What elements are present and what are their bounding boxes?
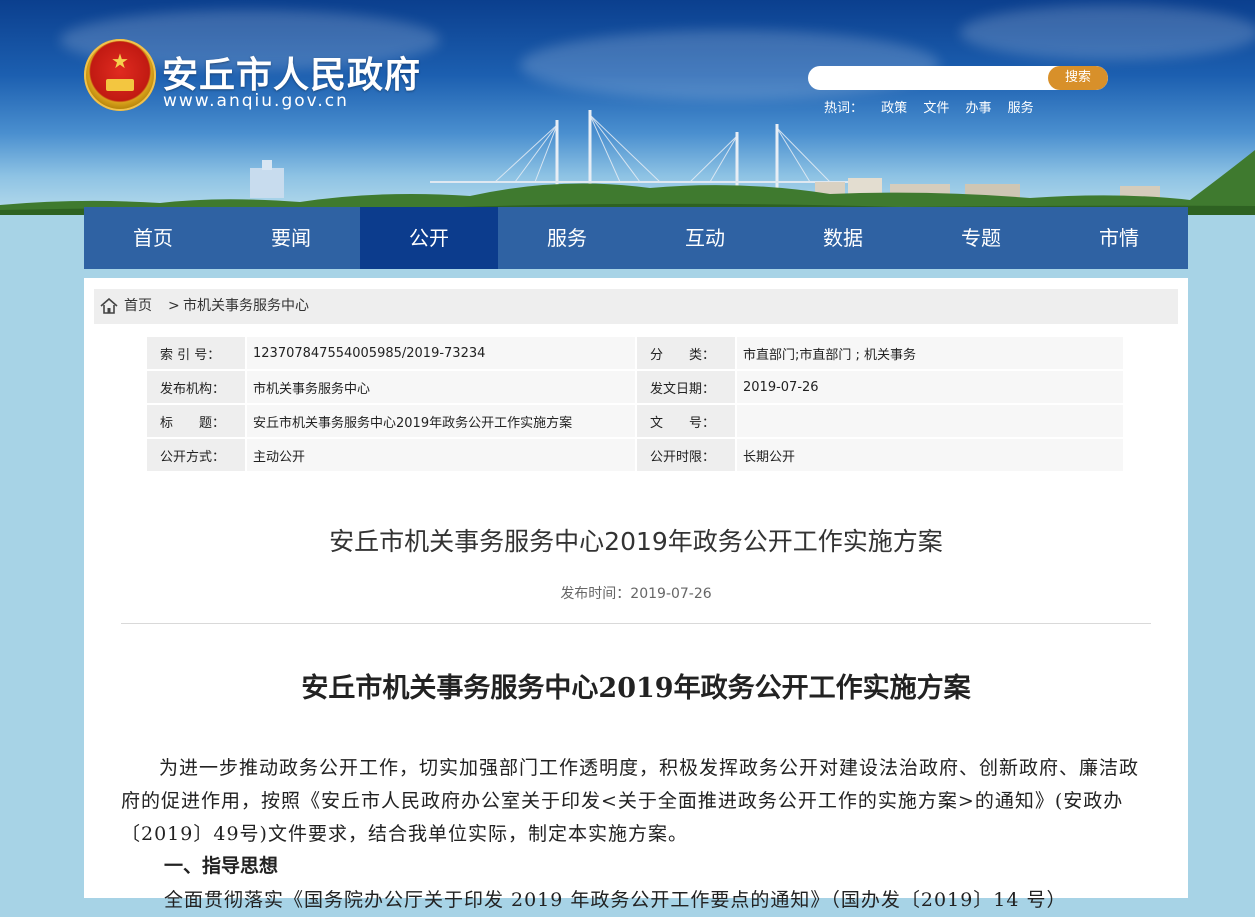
breadcrumb-separator: > xyxy=(168,298,180,314)
search-input[interactable] xyxy=(808,66,1063,90)
meta-date-value: 2019-07-26 xyxy=(735,371,1123,403)
meta-category-value: 市直部门;市直部门 ; 机关事务 xyxy=(735,337,1123,369)
divider xyxy=(121,623,1151,624)
hotwords-label: 热词： xyxy=(824,101,864,116)
nav-item-home[interactable]: 首页 xyxy=(84,207,222,269)
meta-title-label: 标 题： xyxy=(147,405,245,437)
hotword-link[interactable]: 政策 xyxy=(881,101,907,116)
meta-docno-label: 文 号： xyxy=(635,405,735,437)
home-icon[interactable] xyxy=(100,298,118,314)
article-paragraph: 为进一步推动政务公开工作，切实加强部门工作透明度，积极发挥政务公开对建设法治政府… xyxy=(121,757,1140,845)
section-heading: 一、指导思想 xyxy=(164,855,279,877)
meta-date-label: 发文日期： xyxy=(635,371,735,403)
breadcrumb-current-link[interactable]: 市机关事务服务中心 xyxy=(183,289,309,324)
nav-item-news[interactable]: 要闻 xyxy=(222,207,360,269)
city-skyline-image xyxy=(0,110,1255,215)
hotwords-bar: 热词： 政策 文件 办事 服务 xyxy=(824,97,1046,116)
breadcrumb: 首页 > 市机关事务服务中心 xyxy=(94,289,1178,324)
site-domain: www.anqiu.gov.cn xyxy=(163,91,349,111)
publish-date: 发布时间：2019-07-26 xyxy=(560,586,712,602)
meta-index-label: 索 引 号： xyxy=(147,337,245,369)
main-nav: 首页 要闻 公开 服务 互动 数据 专题 市情 xyxy=(84,207,1188,269)
nav-item-interaction[interactable]: 互动 xyxy=(636,207,774,269)
nav-item-topics[interactable]: 专题 xyxy=(912,207,1050,269)
table-row: 发布机构： 市机关事务服务中心 发文日期： 2019-07-26 xyxy=(147,371,1123,403)
search-bar: 搜索 xyxy=(808,66,1108,90)
site-header: ★ 安丘市人民政府 www.anqiu.gov.cn 搜索 热词： 政策 文件 … xyxy=(0,0,1255,215)
meta-mode-label: 公开方式： xyxy=(147,439,245,471)
cloud-decoration xyxy=(960,5,1255,60)
nav-item-disclosure[interactable]: 公开 xyxy=(360,207,498,269)
national-emblem-icon: ★ xyxy=(84,39,156,111)
document-meta-table: 索 引 号： 123707847554005985/2019-73234 分 类… xyxy=(147,335,1123,473)
meta-period-value: 长期公开 xyxy=(735,439,1123,471)
meta-index-value: 123707847554005985/2019-73234 xyxy=(245,337,635,369)
meta-category-label: 分 类： xyxy=(635,337,735,369)
breadcrumb-home-link[interactable]: 首页 xyxy=(124,289,152,324)
nav-item-services[interactable]: 服务 xyxy=(498,207,636,269)
table-row: 索 引 号： 123707847554005985/2019-73234 分 类… xyxy=(147,337,1123,369)
article-paragraph: 全面贯彻落实《国务院办公厅关于印发 2019 年政务公开工作要点的通知》（国办发… xyxy=(164,889,1067,911)
content-panel: 首页 > 市机关事务服务中心 索 引 号： 123707847554005985… xyxy=(84,278,1188,911)
meta-mode-value: 主动公开 xyxy=(245,439,635,471)
search-button[interactable]: 搜索 xyxy=(1048,66,1108,90)
table-row: 公开方式： 主动公开 公开时限： 长期公开 xyxy=(147,439,1123,471)
nav-item-data[interactable]: 数据 xyxy=(774,207,912,269)
meta-publisher-value: 市机关事务服务中心 xyxy=(245,371,635,403)
article-heading: 安丘市机关事务服务中心2019年政务公开工作实施方案 xyxy=(301,673,971,704)
meta-publisher-label: 发布机构： xyxy=(147,371,245,403)
nav-item-city-info[interactable]: 市情 xyxy=(1050,207,1188,269)
hotword-link[interactable]: 服务 xyxy=(1008,101,1034,116)
hotword-link[interactable]: 文件 xyxy=(923,101,949,116)
meta-period-label: 公开时限： xyxy=(635,439,735,471)
hotword-link[interactable]: 办事 xyxy=(965,101,991,116)
document-title: 安丘市机关事务服务中心2019年政务公开工作实施方案 xyxy=(329,527,943,556)
meta-title-value: 安丘市机关事务服务中心2019年政务公开工作实施方案 xyxy=(245,405,635,437)
table-row: 标 题： 安丘市机关事务服务中心2019年政务公开工作实施方案 文 号： xyxy=(147,405,1123,437)
meta-docno-value xyxy=(735,405,1123,437)
